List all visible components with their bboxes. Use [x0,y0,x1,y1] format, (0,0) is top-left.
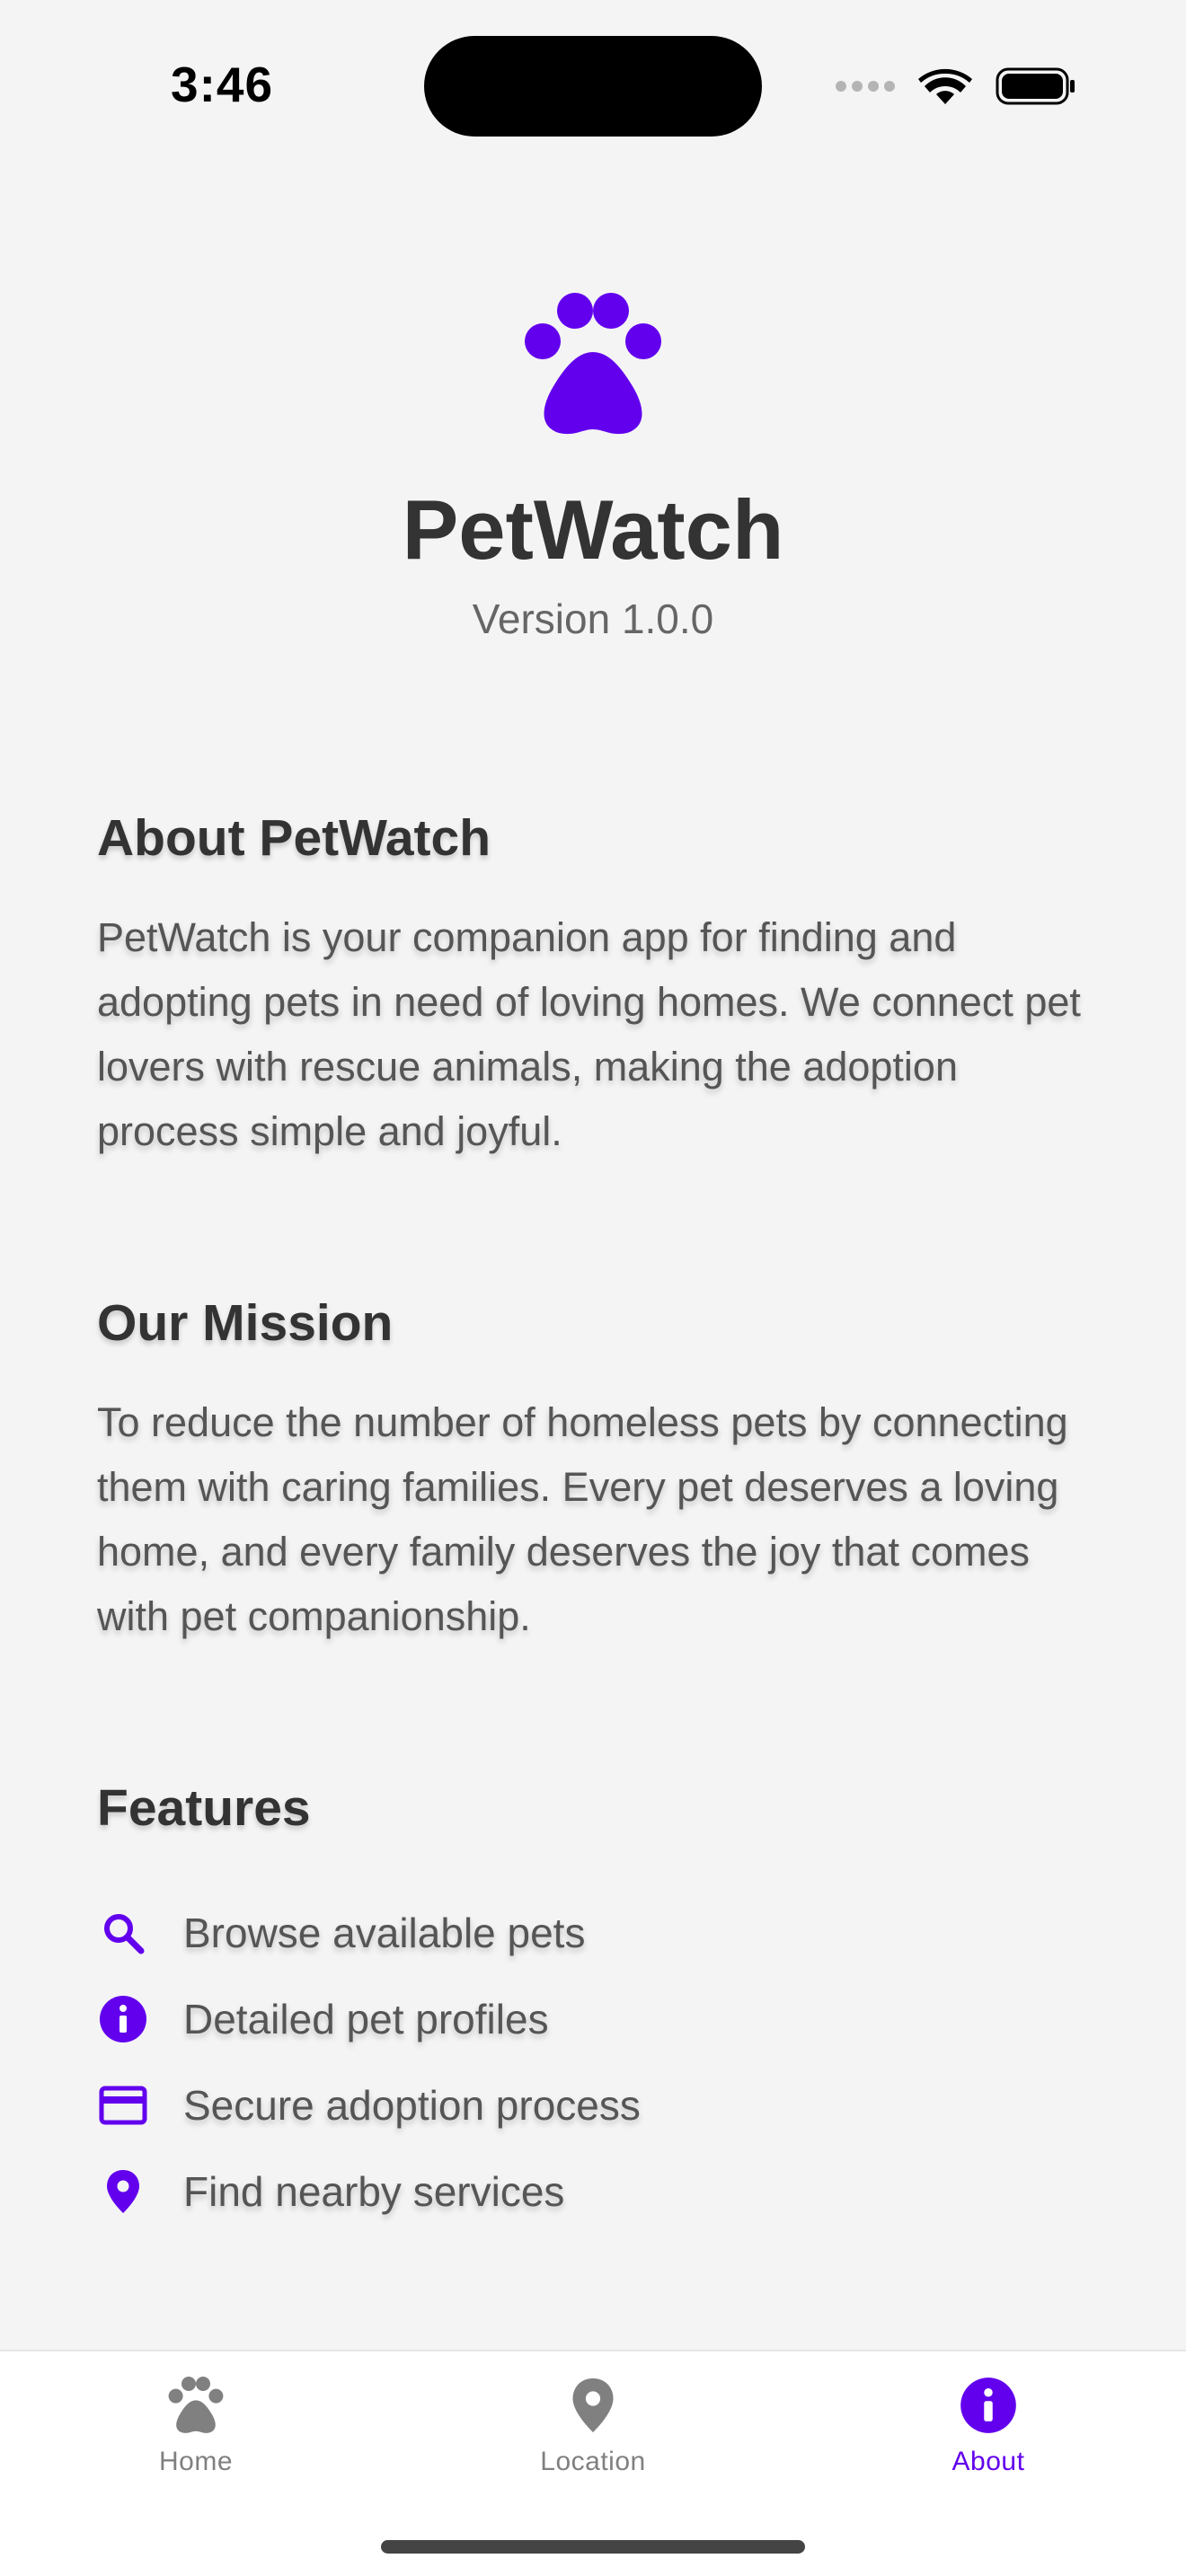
features-section-title: Features [97,1779,311,1837]
mission-section-body: To reduce the number of homeless pets by… [97,1399,1068,1639]
about-section-title: About PetWatch [97,809,491,867]
feature-label: Browse available pets [183,1910,586,1956]
app-version: Version 1.0.0 [472,595,714,642]
feature-item-services: Find nearby services [97,2148,641,2235]
dynamic-island [424,36,762,137]
credit-card-icon [97,2079,149,2131]
features-list: Browse available pets Detailed pet profi… [97,1890,641,2235]
search-icon [97,1907,149,1959]
info-icon [97,1993,149,2045]
battery-icon [996,67,1075,105]
paw-icon [525,293,661,435]
feature-item-browse: Browse available pets [97,1890,641,1976]
about-section-body: PetWatch is your companion app for findi… [97,914,1081,1154]
tab-label: Home [158,2447,234,2476]
status-indicators [836,66,1076,106]
tab-home[interactable]: Home [61,2373,331,2499]
tab-bar: Home Location About [0,2350,1186,2576]
info-icon [956,2373,1021,2438]
tab-label: About [951,2447,1025,2476]
tab-about[interactable]: About [854,2373,1123,2499]
wifi-icon [918,68,972,104]
tab-location[interactable]: Location [458,2373,728,2499]
mission-section-title: Our Mission [97,1294,394,1352]
location-pin-icon [561,2373,625,2438]
feature-item-adoption: Secure adoption process [97,2062,641,2148]
feature-label: Detailed pet profiles [183,1996,549,2042]
about-screen: 3:46 PetWatch Version 1.0.0 About PetWat… [0,0,1186,2576]
feature-label: Find nearby services [183,2168,565,2215]
location-pin-icon [97,2166,149,2218]
feature-item-profiles: Detailed pet profiles [97,1976,641,2062]
cellular-signal-icon [836,81,895,92]
paw-icon [164,2373,228,2438]
status-time: 3:46 [171,57,274,112]
app-name: PetWatch [402,482,784,577]
feature-label: Secure adoption process [183,2082,641,2129]
home-indicator[interactable] [381,2540,805,2554]
tab-label: Location [540,2447,646,2476]
